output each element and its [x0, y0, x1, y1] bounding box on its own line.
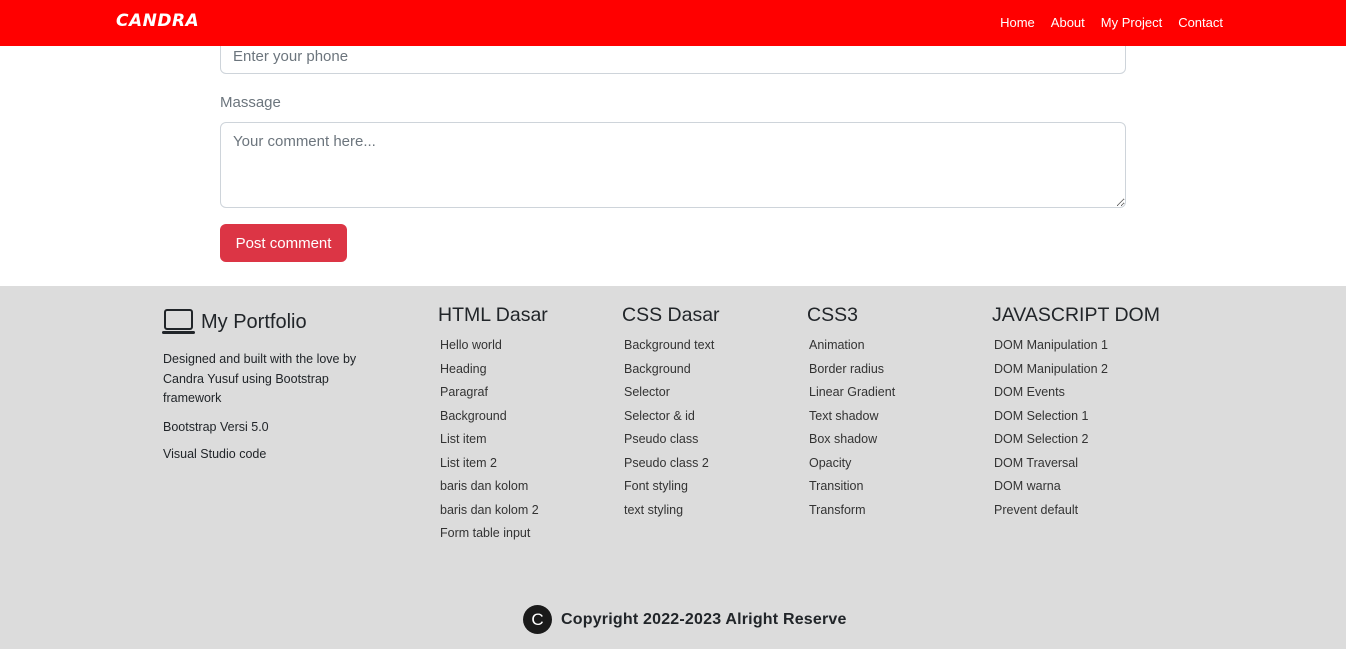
- brand-logo[interactable]: CANDRA: [116, 11, 199, 31]
- column-title-javascript-dom: JAVASCRIPT DOM: [992, 304, 1160, 326]
- list-item[interactable]: Box shadow: [807, 428, 895, 452]
- list-item[interactable]: baris dan kolom: [438, 475, 539, 499]
- nav-link-contact[interactable]: Contact: [1178, 15, 1223, 30]
- bootstrap-version: Bootstrap Versi 5.0: [163, 420, 269, 434]
- list-item[interactable]: text styling: [622, 499, 714, 523]
- list-item[interactable]: Pseudo class: [622, 428, 714, 452]
- list-item[interactable]: DOM Selection 1: [992, 405, 1108, 429]
- copyright-text: Copyright 2022-2023 Alright Reserve: [561, 610, 847, 628]
- list-item[interactable]: Heading: [438, 358, 539, 382]
- list-item[interactable]: DOM Manipulation 1: [992, 334, 1108, 358]
- list-item[interactable]: DOM Events: [992, 381, 1108, 405]
- editor-info: Visual Studio code: [163, 447, 267, 461]
- list-item[interactable]: Border radius: [807, 358, 895, 382]
- footer: My Portfolio Designed and built with the…: [0, 286, 1346, 649]
- nav-link-my-project[interactable]: My Project: [1101, 15, 1162, 30]
- list-item[interactable]: DOM warna: [992, 475, 1108, 499]
- copyright-icon: C: [523, 605, 552, 634]
- list-item[interactable]: Background text: [622, 334, 714, 358]
- list-item[interactable]: Background: [622, 358, 714, 382]
- copyright: C Copyright 2022-2023 Alright Reserve: [523, 605, 847, 634]
- javascript-dom-list: DOM Manipulation 1 DOM Manipulation 2 DO…: [992, 334, 1108, 522]
- list-item[interactable]: Linear Gradient: [807, 381, 895, 405]
- list-item[interactable]: Text shadow: [807, 405, 895, 429]
- portfolio-description: Designed and built with the love by Cand…: [163, 352, 357, 405]
- column-title-css3: CSS3: [807, 304, 858, 326]
- list-item[interactable]: Font styling: [622, 475, 714, 499]
- column-title-css-dasar: CSS Dasar: [622, 304, 720, 326]
- list-item[interactable]: Transform: [807, 499, 895, 523]
- list-item[interactable]: Transition: [807, 475, 895, 499]
- comment-input[interactable]: [220, 122, 1126, 208]
- list-item[interactable]: List item: [438, 428, 539, 452]
- css3-list: Animation Border radius Linear Gradient …: [807, 334, 895, 522]
- column-title-html-dasar: HTML Dasar: [438, 304, 548, 326]
- list-item[interactable]: Paragraf: [438, 381, 539, 405]
- list-item[interactable]: Animation: [807, 334, 895, 358]
- list-item[interactable]: Opacity: [807, 452, 895, 476]
- nav-links: Home About My Project Contact: [984, 15, 1223, 30]
- message-label: Massage: [220, 94, 281, 111]
- html-dasar-list: Hello world Heading Paragraf Background …: [438, 334, 539, 546]
- list-item[interactable]: List item 2: [438, 452, 539, 476]
- list-item[interactable]: baris dan kolom 2: [438, 499, 539, 523]
- laptop-icon: [162, 309, 195, 334]
- list-item[interactable]: Hello world: [438, 334, 539, 358]
- css-dasar-list: Background text Background Selector Sele…: [622, 334, 714, 522]
- list-item[interactable]: Pseudo class 2: [622, 452, 714, 476]
- nav-link-home[interactable]: Home: [1000, 15, 1035, 30]
- portfolio-heading: My Portfolio: [162, 308, 307, 336]
- list-item[interactable]: DOM Manipulation 2: [992, 358, 1108, 382]
- list-item[interactable]: Selector: [622, 381, 714, 405]
- list-item[interactable]: Background: [438, 405, 539, 429]
- list-item[interactable]: Form table input: [438, 522, 539, 546]
- list-item[interactable]: DOM Selection 2: [992, 428, 1108, 452]
- list-item[interactable]: Selector & id: [622, 405, 714, 429]
- nav-link-about[interactable]: About: [1051, 15, 1085, 30]
- post-comment-button[interactable]: Post comment: [220, 224, 347, 262]
- portfolio-title: My Portfolio: [201, 310, 307, 333]
- list-item[interactable]: DOM Traversal: [992, 452, 1108, 476]
- list-item[interactable]: Prevent default: [992, 499, 1108, 523]
- navbar: CANDRA Home About My Project Contact: [0, 0, 1346, 46]
